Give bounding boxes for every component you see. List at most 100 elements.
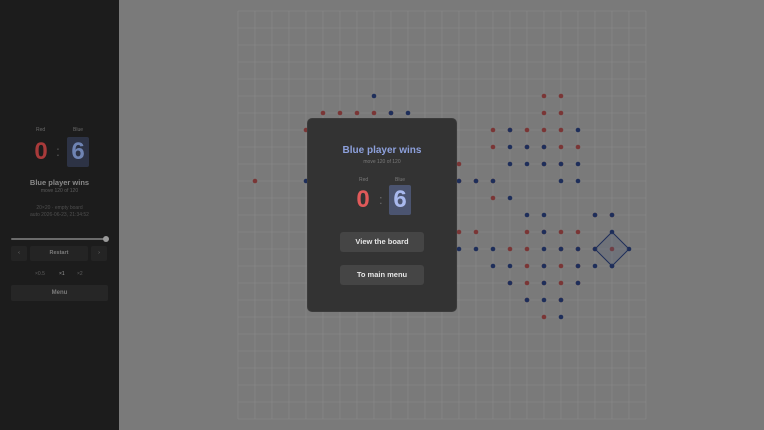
speed-normal-button[interactable]: ×1 [59, 271, 65, 277]
red-dot[interactable] [558, 144, 564, 150]
red-dot[interactable] [575, 229, 581, 235]
sidebar-red-label: Red [36, 127, 46, 133]
blue-dot[interactable] [575, 263, 581, 269]
red-dot[interactable] [507, 246, 513, 252]
replay-slider-thumb[interactable] [103, 235, 109, 242]
blue-dot[interactable] [558, 314, 564, 320]
blue-dot[interactable] [456, 178, 462, 184]
red-dot[interactable] [490, 144, 496, 150]
red-dot[interactable] [524, 229, 530, 235]
red-dot[interactable] [490, 195, 496, 201]
red-dot[interactable] [524, 280, 530, 286]
red-dot[interactable] [558, 263, 564, 269]
red-dot[interactable] [252, 178, 258, 184]
blue-enclosure [594, 231, 630, 267]
dialog-move-counter: move 120 of 120 [363, 159, 401, 165]
dialog-blue-label: Blue [395, 177, 406, 183]
sidebar-red-score: 0 [34, 138, 48, 165]
sidebar-move-counter: move 120 of 120 [40, 188, 79, 194]
blue-dot[interactable] [524, 297, 530, 303]
sidebar-blue-label: Blue [73, 127, 84, 133]
red-dot[interactable] [320, 110, 326, 116]
blue-dot[interactable] [609, 212, 615, 218]
red-dot[interactable] [558, 229, 564, 235]
red-dot[interactable] [575, 144, 581, 150]
blue-dot[interactable] [507, 127, 513, 133]
red-dot[interactable] [524, 127, 530, 133]
blue-dot[interactable] [558, 246, 564, 252]
prev-move-button[interactable]: ‹ [11, 246, 27, 261]
blue-dot[interactable] [507, 161, 513, 167]
dialog-blue-score: 6 [393, 186, 407, 213]
blue-dot[interactable] [575, 127, 581, 133]
red-dot[interactable] [541, 93, 547, 99]
blue-dot[interactable] [490, 178, 496, 184]
blue-dot[interactable] [558, 161, 564, 167]
restart-button[interactable]: Restart [30, 246, 88, 261]
red-dot[interactable] [337, 110, 343, 116]
red-dot[interactable] [371, 110, 377, 116]
blue-dot[interactable] [592, 263, 598, 269]
blue-dot[interactable] [405, 110, 411, 116]
blue-dot[interactable] [524, 161, 530, 167]
dialog-title: Blue player wins [342, 145, 422, 156]
blue-dot[interactable] [456, 246, 462, 252]
red-dot[interactable] [456, 161, 462, 167]
view-board-button[interactable]: View the board [340, 232, 424, 252]
blue-dot[interactable] [541, 297, 547, 303]
blue-dot[interactable] [575, 161, 581, 167]
blue-dot[interactable] [524, 144, 530, 150]
blue-dot[interactable] [541, 212, 547, 218]
speed-double-button[interactable]: ×2 [77, 271, 83, 277]
menu-button[interactable]: Menu [11, 285, 108, 301]
blue-dot[interactable] [473, 246, 479, 252]
sidebar-board-info: 20×20 · empty board [36, 205, 83, 211]
blue-dot[interactable] [541, 144, 547, 150]
blue-dot[interactable] [507, 144, 513, 150]
blue-dot[interactable] [507, 280, 513, 286]
blue-dot[interactable] [524, 212, 530, 218]
red-dot[interactable] [541, 127, 547, 133]
red-dot[interactable] [524, 246, 530, 252]
blue-dot[interactable] [558, 178, 564, 184]
sidebar: Red Blue 0 : 6 Blue player wins move 120… [0, 0, 119, 430]
red-dot[interactable] [524, 263, 530, 269]
sidebar-score-separator: : [56, 143, 60, 159]
red-dot[interactable] [473, 229, 479, 235]
dialog-score-separator: : [379, 192, 383, 207]
red-dot[interactable] [558, 110, 564, 116]
blue-dot[interactable] [371, 93, 377, 99]
red-dot[interactable] [354, 110, 360, 116]
blue-dot[interactable] [541, 246, 547, 252]
sidebar-game-date: auto 2026-06-23, 21:34:52 [30, 212, 89, 218]
blue-dot[interactable] [388, 110, 394, 116]
blue-dot[interactable] [541, 229, 547, 235]
red-dot[interactable] [490, 127, 496, 133]
red-dot[interactable] [456, 229, 462, 235]
sidebar-blue-score: 6 [71, 138, 85, 165]
red-dot[interactable] [558, 93, 564, 99]
red-dot[interactable] [558, 127, 564, 133]
blue-dot[interactable] [541, 161, 547, 167]
blue-dot[interactable] [558, 297, 564, 303]
red-dot[interactable] [558, 280, 564, 286]
blue-dot[interactable] [541, 280, 547, 286]
blue-dot[interactable] [575, 280, 581, 286]
game-over-dialog: Blue player wins move 120 of 120 Red Blu… [308, 119, 456, 311]
blue-dot[interactable] [490, 263, 496, 269]
blue-dot[interactable] [490, 246, 496, 252]
blue-dot[interactable] [473, 178, 479, 184]
next-move-button[interactable]: › [91, 246, 107, 261]
blue-dot[interactable] [592, 212, 598, 218]
main-menu-button[interactable]: To main menu [340, 265, 424, 285]
blue-dot[interactable] [507, 263, 513, 269]
blue-dot[interactable] [507, 195, 513, 201]
dialog-red-label: Red [359, 177, 369, 183]
red-dot[interactable] [541, 110, 547, 116]
replay-slider[interactable] [11, 238, 106, 240]
blue-dot[interactable] [575, 178, 581, 184]
blue-dot[interactable] [541, 263, 547, 269]
red-dot[interactable] [541, 314, 547, 320]
speed-half-button[interactable]: ×0.5 [35, 271, 45, 277]
blue-dot[interactable] [575, 246, 581, 252]
